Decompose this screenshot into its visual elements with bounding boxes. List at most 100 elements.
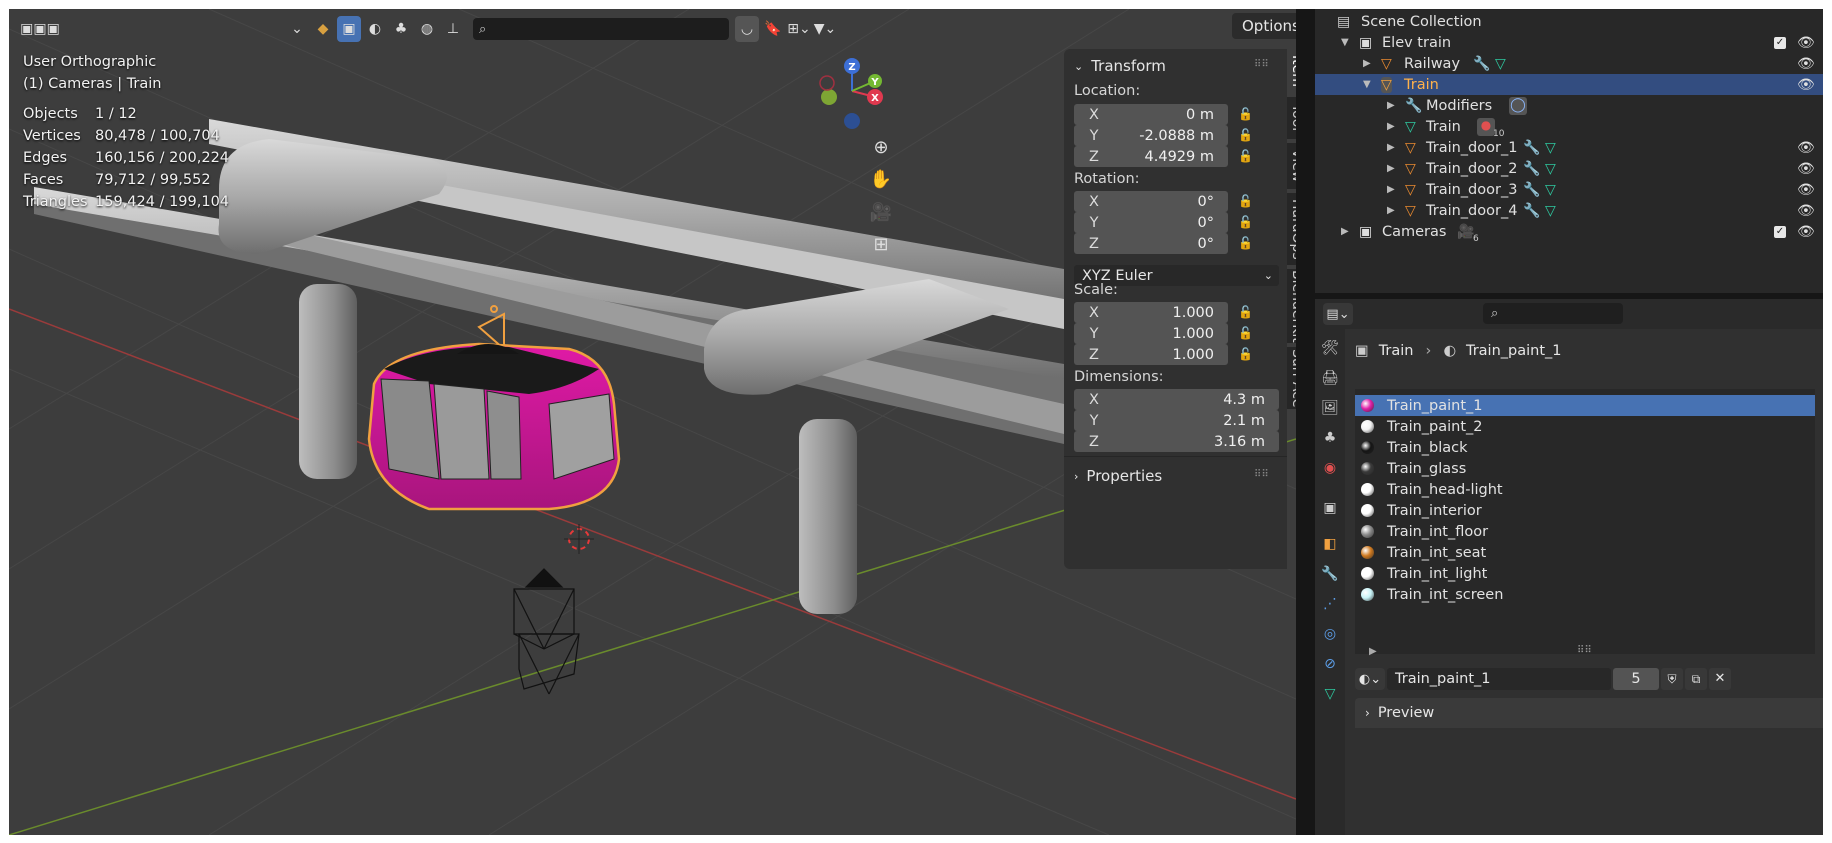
properties-panel-header[interactable]: › Properties xyxy=(1074,467,1162,485)
3d-viewport[interactable]: Z X Y ▣▣▣ ⌄ ◆ ▣ ◐ ♣ ◍ ⊥ ⌕ ◡ 🔖 ⊞⌄ ▼⌄ Opti… xyxy=(9,9,1296,835)
zoom-icon[interactable]: ⊕ xyxy=(866,132,896,162)
outliner-row[interactable]: ▶ 🔧 Modifiers ◯ xyxy=(1315,95,1823,116)
constraints-tab-icon[interactable]: ⊘ xyxy=(1321,655,1339,673)
expand-right-icon[interactable]: ▶ xyxy=(1387,100,1395,111)
material-slot-list[interactable]: Train_paint_1 Train_paint_2 Train_black Tra… xyxy=(1355,389,1815,654)
eye-icon[interactable]: 👁 xyxy=(1797,182,1815,198)
eye-icon[interactable]: 👁 xyxy=(1797,56,1815,72)
expand-right-icon[interactable]: ▶ xyxy=(1387,205,1395,216)
solid-shading-button[interactable]: ▣ xyxy=(337,16,361,42)
outliner-row[interactable]: ▼ ▣ Elev train ✓ 👁 xyxy=(1315,32,1823,53)
particles-tab-icon[interactable]: ⋰ xyxy=(1321,595,1339,613)
tab-surf-ace[interactable]: Surf Ace xyxy=(1287,347,1296,409)
material-slot[interactable]: Train_int_floor xyxy=(1355,521,1815,542)
outliner-row[interactable]: ▶ ▣ Cameras 🎥 6 ✓ 👁 xyxy=(1315,221,1823,245)
material-slot[interactable]: Train_interior xyxy=(1355,500,1815,521)
options-dropdown[interactable]: Options ⌄ xyxy=(1232,13,1296,39)
lock-icon[interactable]: 🔓 xyxy=(1238,347,1253,361)
rotation-y-field[interactable]: Y 0° xyxy=(1074,212,1228,233)
expand-right-icon[interactable]: ▶ xyxy=(1363,58,1371,69)
scene-tab-icon[interactable]: ◉ xyxy=(1321,459,1339,477)
filter-icon[interactable]: ▼⌄ xyxy=(813,16,837,42)
grid-perspective-icon[interactable]: ⊞ xyxy=(866,229,896,259)
lock-icon[interactable]: 🔓 xyxy=(1238,236,1253,250)
tab-blenderkit[interactable]: BlenderKit xyxy=(1287,269,1296,343)
material-slot[interactable]: Train_int_light xyxy=(1355,563,1815,584)
expand-right-icon[interactable]: ▶ xyxy=(1387,184,1395,195)
expand-down-icon[interactable]: ▼ xyxy=(1341,37,1349,48)
output-tab-icon[interactable]: 🖼 xyxy=(1321,399,1339,417)
expand-right-icon[interactable]: ▶ xyxy=(1341,226,1349,237)
material-slot[interactable]: Train_paint_2 xyxy=(1355,416,1815,437)
outliner-row-selected[interactable]: ▼ ▽ Train 👁 xyxy=(1315,74,1823,95)
dimension-z-field[interactable]: Z 3.16 m xyxy=(1074,431,1279,452)
collection-tab-icon[interactable]: ▣ xyxy=(1321,499,1339,517)
material-slot[interactable]: Train_glass xyxy=(1355,458,1815,479)
modifier-tab-icon[interactable]: 🔧 xyxy=(1321,565,1339,583)
lock-icon[interactable]: 🔓 xyxy=(1238,107,1253,121)
tab-view[interactable]: View xyxy=(1287,143,1296,189)
lock-icon[interactable]: 🔓 xyxy=(1238,128,1253,142)
outliner-row[interactable]: ▶ ▽ Train_door_2 🔧 ▽ 👁 xyxy=(1315,158,1823,179)
expand-right-icon[interactable]: ▶ xyxy=(1387,142,1395,153)
location-x-field[interactable]: X 0 m xyxy=(1074,104,1228,125)
material-users-count[interactable]: 5 xyxy=(1613,668,1659,690)
color-cube-icon[interactable]: ◆ xyxy=(311,16,335,42)
checkbox[interactable]: ✓ xyxy=(1774,225,1786,238)
resize-handle-icon[interactable]: ⠿⠿ xyxy=(1577,645,1592,656)
lock-icon[interactable]: 🔓 xyxy=(1238,305,1253,319)
fake-user-shield-icon[interactable]: ⛨ xyxy=(1661,668,1683,690)
expand-down-icon[interactable]: ▼ xyxy=(1363,79,1371,90)
outliner-row[interactable]: ▶ ▽ Train_door_4 🔧 ▽ 👁 xyxy=(1315,200,1823,221)
render-tab-icon[interactable]: 🖨 xyxy=(1321,369,1339,387)
material-slot[interactable]: Train_int_screen xyxy=(1355,584,1815,605)
eye-icon[interactable]: 👁 xyxy=(1797,161,1815,177)
material-slot[interactable]: Train_head-light xyxy=(1355,479,1815,500)
tab-tool[interactable]: Tool xyxy=(1287,97,1296,139)
lock-icon[interactable]: 🔓 xyxy=(1238,215,1253,229)
physics-tab-icon[interactable]: ◎ xyxy=(1321,625,1339,643)
viewport-search-input[interactable]: ⌕ xyxy=(473,18,729,40)
dimension-x-field[interactable]: X 4.3 m xyxy=(1074,389,1279,410)
material-slot[interactable]: Train_paint_1 xyxy=(1355,395,1815,416)
lock-icon[interactable]: 🔓 xyxy=(1238,326,1253,340)
scale-x-field[interactable]: X 1.000 xyxy=(1074,302,1228,323)
data-tab-icon[interactable]: ▽ xyxy=(1321,685,1339,703)
texture-shading-icon[interactable]: ♣ xyxy=(389,16,413,42)
expand-right-icon[interactable]: ▶ xyxy=(1387,121,1395,132)
lock-icon[interactable]: 🔓 xyxy=(1238,149,1253,163)
expand-right-icon[interactable]: ▶ xyxy=(1387,163,1395,174)
drag-handle-icon[interactable]: ⠿⠿ xyxy=(1254,59,1269,70)
expand-right-icon[interactable]: ▶ xyxy=(1369,646,1377,657)
pan-hand-icon[interactable]: ✋ xyxy=(866,164,896,194)
close-icon[interactable]: ✕ xyxy=(1709,668,1731,690)
eye-icon[interactable]: 👁 xyxy=(1797,35,1815,51)
rotation-z-field[interactable]: Z 0° xyxy=(1074,233,1228,254)
hierarchy-icon[interactable]: ⊞⌄ xyxy=(787,16,811,42)
location-y-field[interactable]: Y -2.0888 m xyxy=(1074,125,1228,146)
scale-z-field[interactable]: Z 1.000 xyxy=(1074,344,1228,365)
outliner-row[interactable]: ▶ ▽ Railway 🔧 ▽ 👁 xyxy=(1315,53,1823,74)
select-mode-icons[interactable]: ▣▣▣ xyxy=(9,16,71,42)
eye-icon[interactable]: 👁 xyxy=(1797,203,1815,219)
outliner-row[interactable]: ▶ ▽ Train ● 10 xyxy=(1315,116,1823,139)
tool-tab-icon[interactable]: 🛠 xyxy=(1321,339,1339,357)
overlays-icon[interactable]: ⊥ xyxy=(441,16,465,42)
lock-icon[interactable]: 🔓 xyxy=(1238,194,1253,208)
properties-search-input[interactable]: ⌕ xyxy=(1483,303,1623,324)
tab-item[interactable]: Item xyxy=(1287,49,1296,93)
location-z-field[interactable]: Z 4.4929 m xyxy=(1074,146,1228,167)
eye-icon[interactable]: 👁 xyxy=(1797,77,1815,93)
outliner-row[interactable]: ▶ ▽ Train_door_3 🔧 ▽ 👁 xyxy=(1315,179,1823,200)
scale-y-field[interactable]: Y 1.000 xyxy=(1074,323,1228,344)
rotation-x-field[interactable]: X 0° xyxy=(1074,191,1228,212)
preview-panel-header[interactable]: › Preview xyxy=(1355,698,1823,728)
transform-panel-header[interactable]: ⌄ Transform xyxy=(1074,57,1166,75)
object-tab-icon[interactable]: ◧ xyxy=(1321,535,1339,553)
chevron-down-icon[interactable]: ⌄ xyxy=(285,16,309,42)
tab-hardops[interactable]: HardOps xyxy=(1287,193,1296,265)
checkbox[interactable]: ✓ xyxy=(1774,36,1786,49)
material-browse-button[interactable]: ◐⌄ xyxy=(1355,668,1385,690)
eye-icon[interactable]: 👁 xyxy=(1797,224,1815,240)
bookmark-icon[interactable]: 🔖 xyxy=(761,16,785,42)
